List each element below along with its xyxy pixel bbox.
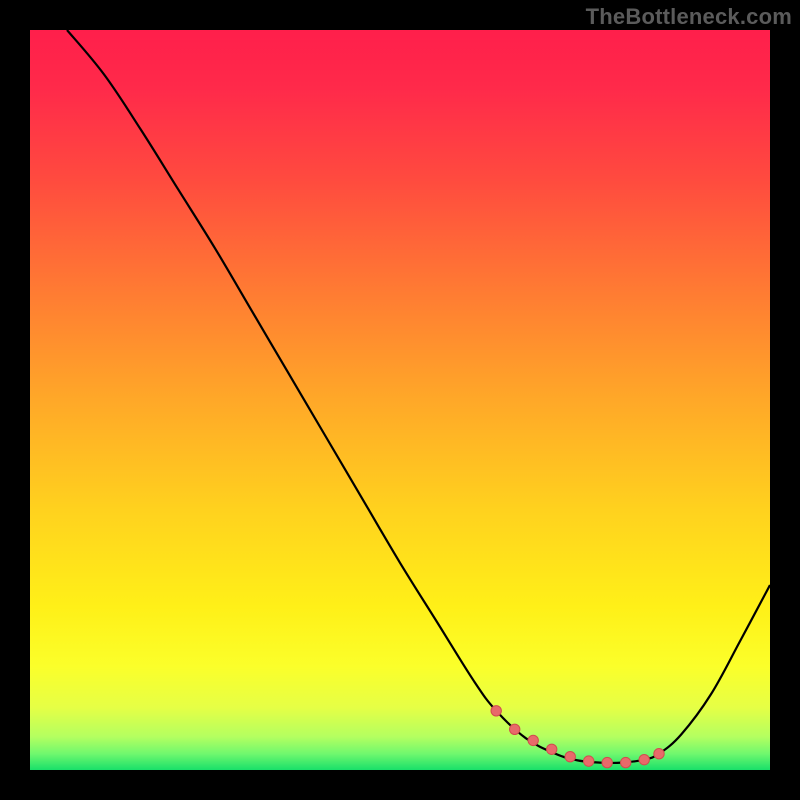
trough-marker: [547, 744, 557, 754]
trough-marker: [491, 706, 501, 716]
trough-marker: [602, 757, 612, 767]
trough-marker: [565, 751, 575, 761]
trough-marker: [528, 735, 538, 745]
plot-area: [30, 30, 770, 770]
gradient-background: [30, 30, 770, 770]
chart-svg: [30, 30, 770, 770]
trough-marker: [510, 724, 520, 734]
trough-marker: [654, 749, 664, 759]
trough-marker: [584, 756, 594, 766]
trough-marker: [621, 757, 631, 767]
trough-marker: [639, 754, 649, 764]
watermark-text: TheBottleneck.com: [586, 4, 792, 30]
chart-frame: TheBottleneck.com: [0, 0, 800, 800]
